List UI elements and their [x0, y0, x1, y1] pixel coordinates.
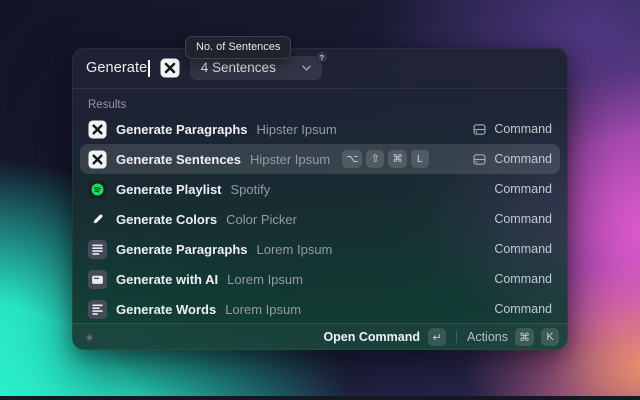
footer-divider — [456, 331, 457, 343]
k-key-badge: K — [541, 328, 559, 346]
chevron-down-icon — [302, 65, 311, 71]
row-accessories: Command — [494, 182, 552, 196]
row-subtitle: Hipster Ipsum — [250, 152, 330, 167]
hipster-ipsum-icon — [88, 150, 107, 169]
shortcut-key-badge: ⇧ — [366, 150, 384, 168]
list-item[interactable]: Generate Words Lorem Ipsum Command — [80, 294, 560, 324]
row-subtitle: Lorem Ipsum — [225, 302, 301, 317]
screen-bottom-strip — [0, 396, 640, 400]
shortcut-key-badge: ⌥ — [342, 150, 362, 168]
actions-button[interactable]: Actions ⌘ K — [467, 328, 559, 346]
row-accessories: Command — [472, 152, 552, 167]
row-subtitle: Lorem Ipsum — [257, 242, 333, 257]
results-section-label: Results — [72, 89, 568, 114]
row-title: Generate Playlist — [116, 182, 222, 197]
row-title: Generate Words — [116, 302, 216, 317]
dropdown-value: 4 Sentences — [201, 60, 276, 75]
raycast-logo-icon — [81, 329, 98, 346]
row-title: Generate Paragraphs — [116, 122, 248, 137]
shortcut-key-badge: ⌘ — [388, 150, 407, 168]
actions-label: Actions — [467, 330, 508, 344]
row-type-label: Command — [494, 122, 552, 136]
list-item[interactable]: Generate Colors Color Picker Command — [80, 204, 560, 234]
spotify-icon — [88, 180, 107, 199]
list-item[interactable]: Generate Paragraphs Lorem Ipsum Command — [80, 234, 560, 264]
row-subtitle: Color Picker — [226, 212, 297, 227]
tooltip: No. of Sentences — [185, 36, 291, 59]
row-accessories: Command — [494, 272, 552, 286]
footer-actions: Open Command ↵ Actions ⌘ K — [323, 328, 559, 346]
row-title: Generate with AI — [116, 272, 218, 287]
shortcut-key-badge: L — [411, 150, 429, 168]
shortcut-badges: ⌥⇧⌘L — [342, 150, 429, 168]
search-input[interactable]: Generate — [86, 60, 150, 77]
list-item[interactable]: Generate Paragraphs Hipster Ipsum Command — [80, 114, 560, 144]
color-picker-icon — [88, 210, 107, 229]
help-badge[interactable]: ? — [316, 51, 328, 63]
row-type-label: Command — [494, 272, 552, 286]
tooltip-text: No. of Sentences — [196, 41, 280, 53]
hipster-ipsum-icon — [160, 58, 180, 78]
row-type-label: Command — [494, 182, 552, 196]
row-type-label: Command — [494, 152, 552, 166]
row-subtitle: Hipster Ipsum — [257, 122, 337, 137]
enter-key-badge: ↵ — [428, 328, 446, 346]
open-command-label[interactable]: Open Command — [323, 330, 420, 344]
row-accessories: Command — [472, 122, 552, 137]
search-query-text: Generate — [86, 60, 147, 76]
cmd-key-badge: ⌘ — [515, 328, 534, 346]
command-type-icon — [472, 152, 487, 167]
action-bar: Open Command ↵ Actions ⌘ K — [72, 323, 568, 350]
row-type-label: Command — [494, 302, 552, 316]
row-accessories: Command — [494, 302, 552, 316]
text-caret — [148, 60, 150, 77]
lorem-paragraphs-icon — [88, 240, 107, 259]
row-subtitle: Spotify — [231, 182, 271, 197]
list-item[interactable]: Generate Playlist Spotify Command — [80, 174, 560, 204]
results-list: Generate ParagraphsHipster IpsumCommandG… — [72, 114, 568, 324]
row-type-label: Command — [494, 212, 552, 226]
row-title: Generate Colors — [116, 212, 217, 227]
list-item[interactable]: Generate Sentences Hipster Ipsum ⌥⇧⌘L Comma… — [80, 144, 560, 174]
lorem-words-icon — [88, 300, 107, 319]
row-type-label: Command — [494, 242, 552, 256]
sentences-dropdown[interactable]: 4 Sentences ? — [190, 56, 322, 80]
row-subtitle: Lorem Ipsum — [227, 272, 303, 287]
search-header: Generate 4 Sentences ? — [72, 48, 568, 88]
command-type-icon — [472, 122, 487, 137]
row-title: Generate Sentences — [116, 152, 241, 167]
raycast-window: No. of Sentences Generate 4 Sentences ? … — [72, 48, 568, 350]
lorem-ai-icon — [88, 270, 107, 289]
row-title: Generate Paragraphs — [116, 242, 248, 257]
list-item[interactable]: Generate with AI Lorem Ipsum Command — [80, 264, 560, 294]
hipster-ipsum-icon — [88, 120, 107, 139]
row-accessories: Command — [494, 242, 552, 256]
row-accessories: Command — [494, 212, 552, 226]
